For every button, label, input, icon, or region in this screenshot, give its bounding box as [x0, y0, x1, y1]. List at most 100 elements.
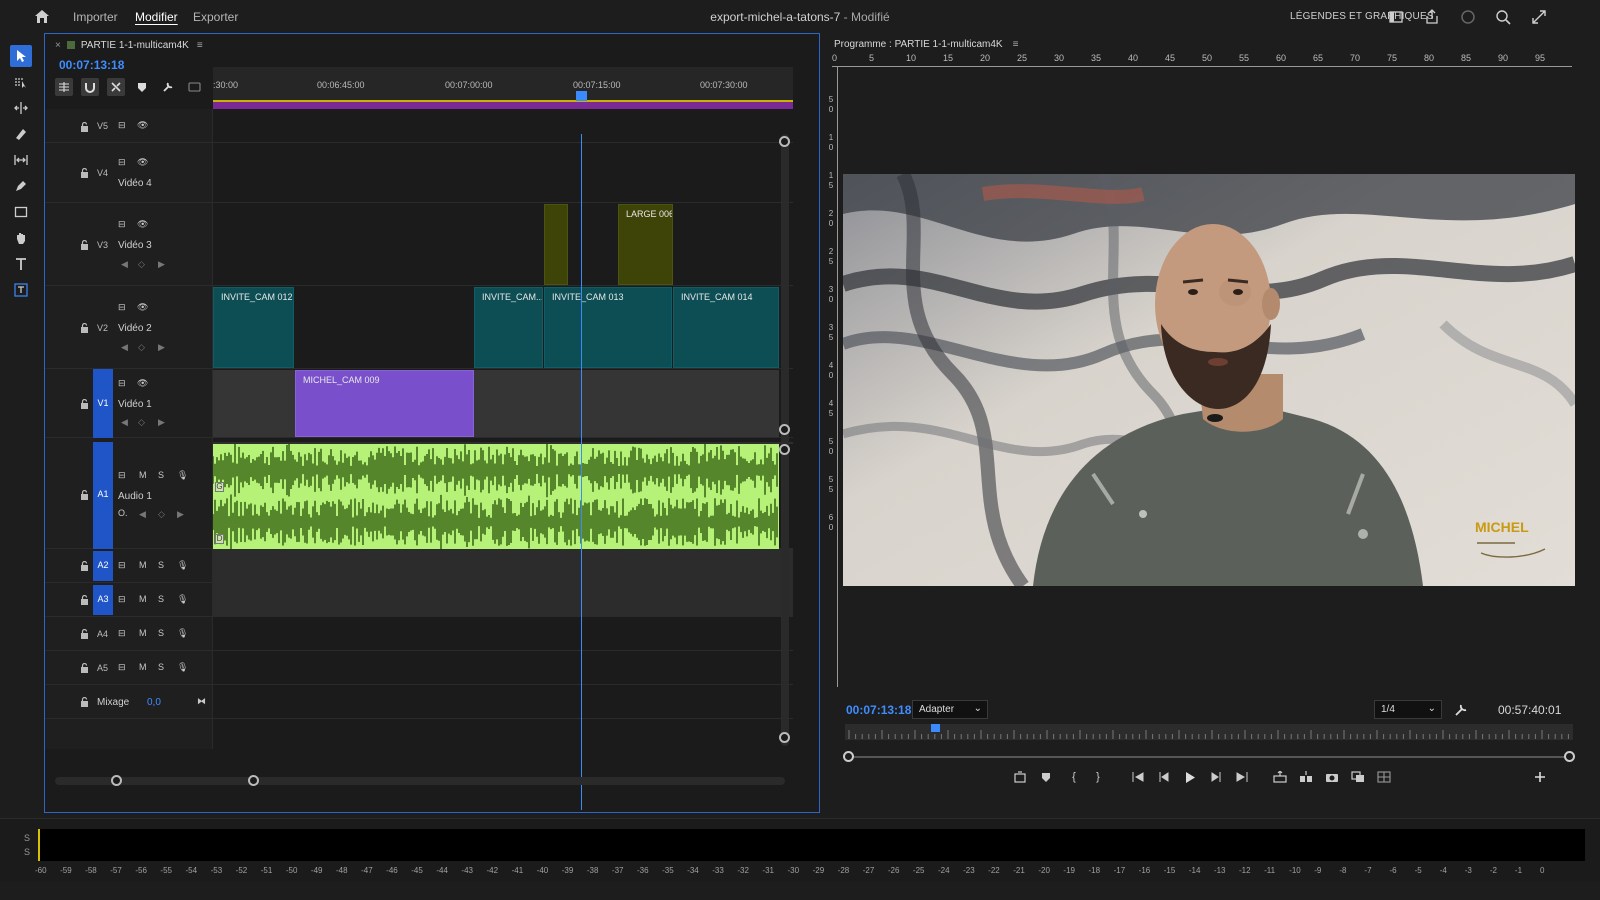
track-label[interactable]: Vidéo 1 — [118, 399, 152, 410]
mark-out-button[interactable]: } — [1090, 769, 1106, 785]
sync-lock-icon[interactable]: ⊟ — [118, 628, 126, 639]
nest-toggle-button[interactable] — [55, 78, 73, 96]
lift-clip-button[interactable] — [1272, 769, 1288, 785]
slip-tool[interactable] — [10, 149, 32, 171]
clip-invite-cam-013[interactable]: INVITE_CAM 013 — [544, 287, 672, 368]
linked-selection-button[interactable] — [107, 78, 125, 96]
sync-lock-icon[interactable]: ⊟ — [118, 560, 126, 571]
scroll-handle-top[interactable] — [779, 136, 790, 147]
microphone-icon[interactable]: 🎙 — [177, 628, 188, 639]
add-keyframe-icon[interactable]: ◇ — [158, 509, 165, 520]
source-patch-a2[interactable]: A2 — [93, 551, 113, 581]
add-keyframe-icon[interactable]: ◇ — [138, 259, 145, 270]
progress-circle-icon[interactable] — [1459, 8, 1477, 26]
lock-icon[interactable] — [80, 122, 89, 132]
mute-button[interactable]: M — [139, 594, 147, 604]
clip-large-006[interactable]: LARGE 006 — [618, 204, 673, 285]
scroll-handle-video-bottom[interactable] — [779, 424, 790, 435]
zoom-handle-left[interactable] — [843, 751, 854, 762]
next-keyframe-icon[interactable]: ▶ — [177, 509, 184, 520]
fit-zoom-select[interactable]: Adapter ⌄ — [912, 700, 988, 719]
hand-tool[interactable] — [10, 227, 32, 249]
lock-icon[interactable] — [80, 697, 89, 707]
track-label[interactable]: Vidéo 2 — [118, 323, 152, 334]
mute-button[interactable]: M — [139, 628, 147, 638]
play-button[interactable] — [1182, 769, 1198, 785]
source-patch-a3[interactable]: A3 — [93, 585, 113, 615]
lock-icon[interactable] — [80, 561, 89, 571]
sync-lock-icon[interactable]: ⊟ — [118, 219, 126, 230]
solo-button[interactable]: S — [158, 628, 164, 638]
zoom-handle-left[interactable] — [111, 775, 122, 786]
timeline-settings-button[interactable] — [159, 78, 177, 96]
sequence-menu-icon[interactable]: ≡ — [197, 40, 203, 51]
clip-gray-right[interactable] — [474, 370, 779, 437]
resolution-select[interactable]: 1/4 ⌄ — [1374, 700, 1442, 719]
lock-icon[interactable] — [80, 240, 89, 250]
type-tool[interactable] — [10, 253, 32, 275]
program-menu-icon[interactable]: ≡ — [1013, 39, 1019, 50]
extract-button[interactable] — [1298, 769, 1314, 785]
program-time-ruler[interactable] — [845, 724, 1573, 740]
next-keyframe-icon[interactable]: ▶ — [158, 342, 165, 353]
lock-icon[interactable] — [80, 323, 89, 333]
microphone-icon[interactable]: 🎙 — [177, 560, 188, 571]
go-to-in-button[interactable] — [1130, 769, 1146, 785]
clip-invite-cam-014[interactable]: INVITE_CAM 014 — [673, 287, 779, 368]
volume-knob-icon[interactable]: O. — [118, 508, 128, 518]
eye-icon[interactable]: 👁 — [137, 378, 148, 389]
eye-icon[interactable]: 👁 — [137, 120, 148, 131]
add-keyframe-icon[interactable]: ◇ — [138, 417, 145, 428]
ripple-edit-tool[interactable] — [10, 97, 32, 119]
sync-lock-icon[interactable]: ⊟ — [118, 302, 126, 313]
program-monitor-tab[interactable]: Programme : PARTIE 1-1-multicam4K ≡ — [834, 39, 1018, 50]
microphone-icon[interactable]: 🎙 — [177, 470, 188, 481]
clip-invite-cam-012[interactable]: INVITE_CAM 012 — [213, 287, 294, 368]
audio-clip-a1[interactable]: G D — [213, 444, 779, 550]
add-marker-button[interactable] — [1038, 769, 1054, 785]
panel-layout-icon[interactable] — [1387, 8, 1405, 26]
captions-track-button[interactable] — [185, 78, 203, 96]
clip-michel-cam-009[interactable]: MICHEL_CAM 009 — [295, 370, 474, 437]
step-back-button[interactable] — [1156, 769, 1172, 785]
microphone-icon[interactable]: 🎙 — [177, 662, 188, 673]
mark-in-button[interactable]: { — [1066, 769, 1082, 785]
timeline-horizontal-scrollbar[interactable] — [55, 775, 785, 786]
step-forward-button[interactable] — [1208, 769, 1224, 785]
microphone-icon[interactable]: 🎙 — [177, 594, 188, 605]
lock-icon[interactable] — [80, 629, 89, 639]
lock-icon[interactable] — [80, 399, 89, 409]
sync-lock-icon[interactable]: ⊟ — [118, 470, 126, 481]
source-patch-a1[interactable]: A1 — [93, 442, 113, 549]
track-select-tool[interactable] — [10, 71, 32, 93]
mute-button[interactable]: M — [139, 662, 147, 672]
lift-button[interactable] — [1012, 769, 1028, 785]
track-label[interactable]: Vidéo 4 — [118, 178, 152, 189]
search-icon[interactable] — [1494, 8, 1512, 26]
next-keyframe-icon[interactable]: ▶ — [158, 259, 165, 270]
playhead-line[interactable] — [581, 134, 582, 810]
next-keyframe-icon[interactable]: ▶ — [158, 417, 165, 428]
clip-invite-cam[interactable]: INVITE_CAM... — [474, 287, 543, 368]
playhead-handle[interactable] — [576, 91, 587, 101]
timeline-timecode[interactable]: 00:07:13:18 — [59, 58, 124, 72]
sync-lock-icon[interactable]: ⊟ — [118, 378, 126, 389]
eye-icon[interactable]: 👁 — [137, 219, 148, 230]
clip-gray-left[interactable] — [213, 370, 295, 437]
razor-tool[interactable] — [10, 123, 32, 145]
close-tab-button[interactable]: × — [55, 40, 61, 51]
source-patch-v1[interactable]: V1 — [93, 369, 113, 438]
snap-button[interactable] — [81, 78, 99, 96]
export-frame-button[interactable] — [1324, 769, 1340, 785]
timeline-ruler[interactable]: :30:00 00:06:45:00 00:07:00:00 00:07:15:… — [213, 67, 793, 109]
selection-tool[interactable] — [10, 45, 32, 67]
program-zoom-bar[interactable] — [843, 751, 1575, 762]
clip-olive[interactable] — [544, 204, 568, 285]
sync-lock-icon[interactable]: ⊟ — [118, 662, 126, 673]
solo-button[interactable]: S — [158, 560, 164, 570]
solo-button[interactable]: S — [158, 662, 164, 672]
scroll-handle-audio-top[interactable] — [779, 444, 790, 455]
sync-lock-icon[interactable]: ⊟ — [118, 594, 126, 605]
rectangle-tool[interactable] — [10, 201, 32, 223]
solo-button[interactable]: S — [158, 594, 164, 604]
